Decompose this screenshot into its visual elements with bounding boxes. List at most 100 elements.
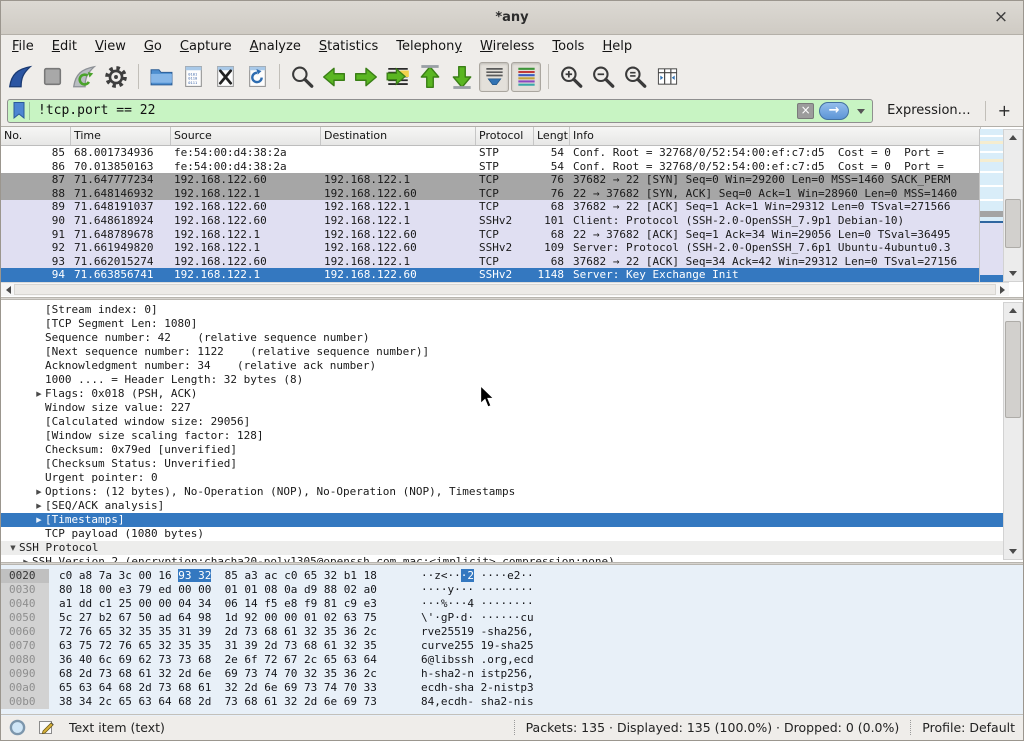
scroll-up-icon[interactable] [1004, 130, 1022, 144]
packet-list-minimap[interactable] [979, 129, 1003, 282]
scroll-up-icon[interactable] [1004, 303, 1022, 317]
detail-row[interactable]: Urgent pointer: 0 [1, 471, 1005, 485]
detail-row[interactable]: 1000 .... = Header Length: 32 bytes (8) [1, 373, 1005, 387]
find-packet-button[interactable] [287, 62, 317, 92]
expanded-expander-icon[interactable]: ▼ [7, 541, 19, 555]
detail-row[interactable]: Checksum: 0x79ed [unverified] [1, 443, 1005, 457]
stop-capture-button[interactable] [37, 62, 67, 92]
menu-analyze[interactable]: Analyze [241, 39, 310, 54]
menu-capture[interactable]: Capture [171, 39, 241, 54]
hex-row-00b0[interactable]: 00b038 34 2c 65 63 64 68 2d 73 68 61 32 … [1, 695, 1023, 709]
hex-bytes[interactable]: 80 18 00 e3 79 ed 00 00 01 01 08 0a d9 8… [59, 583, 421, 597]
packet-row-94[interactable]: 9471.663856741192.168.122.1192.168.122.6… [1, 268, 981, 282]
hex-row-0030[interactable]: 003080 18 00 e3 79 ed 00 00 01 01 08 0a … [1, 583, 1023, 597]
detail-row[interactable]: [Checksum Status: Unverified] [1, 457, 1005, 471]
detail-row[interactable]: [TCP Segment Len: 1080] [1, 317, 1005, 331]
detail-row[interactable]: [Stream index: 0] [1, 303, 1005, 317]
packet-row-88[interactable]: 8871.648146932192.168.122.1192.168.122.6… [1, 187, 981, 201]
detail-row[interactable]: Acknowledgment number: 34 (relative ack … [1, 359, 1005, 373]
column-header-protocol[interactable]: Protocol [476, 127, 534, 145]
hex-bytes[interactable]: 65 63 64 68 2d 73 68 61 32 2d 6e 69 73 7… [59, 681, 421, 695]
hex-ascii[interactable]: ····y··· ········ [421, 583, 534, 596]
hex-ascii[interactable]: rve25519 -sha256, [421, 625, 534, 638]
hex-row-0070[interactable]: 007063 75 72 76 65 32 35 35 31 39 2d 73 … [1, 639, 1023, 653]
hex-bytes[interactable]: 68 2d 73 68 61 32 2d 6e 69 73 74 70 32 3… [59, 667, 421, 681]
detail-row[interactable]: ▶SSH Version 2 (encryption:chacha20-poly… [1, 555, 1005, 562]
hex-row-0060[interactable]: 006072 76 65 32 35 35 31 39 2d 73 68 61 … [1, 625, 1023, 639]
restart-capture-button[interactable] [69, 62, 99, 92]
hex-bytes[interactable]: 5c 27 b2 67 50 ad 64 98 1d 92 00 00 01 0… [59, 611, 421, 625]
packet-row-85[interactable]: 8568.001734936fe:54:00:d4:38:2aSTP54Conf… [1, 146, 981, 160]
menu-statistics[interactable]: Statistics [310, 39, 387, 54]
column-header-info[interactable]: Info [570, 127, 981, 145]
hex-ascii[interactable]: 6@libssh .org,ecd [421, 653, 534, 666]
menu-tools[interactable]: Tools [543, 39, 593, 54]
hex-bytes[interactable]: 63 75 72 76 65 32 35 35 31 39 2d 73 68 6… [59, 639, 421, 653]
resize-columns-button[interactable] [652, 62, 682, 92]
start-capture-button[interactable] [5, 62, 35, 92]
hex-bytes[interactable]: 72 76 65 32 35 35 31 39 2d 73 68 61 32 3… [59, 625, 421, 639]
close-button[interactable]: × [991, 8, 1011, 28]
hex-ascii[interactable]: h-sha2-n istp256, [421, 667, 534, 680]
packet-row-91[interactable]: 9171.648789678192.168.122.1192.168.122.6… [1, 228, 981, 242]
column-header-source[interactable]: Source [171, 127, 321, 145]
status-profile[interactable]: Profile: Default [922, 720, 1015, 735]
detail-row[interactable]: ▶Flags: 0x018 (PSH, ACK) [1, 387, 1005, 401]
collapsed-expander-icon[interactable]: ▶ [20, 555, 32, 562]
packet-list-vscrollbar[interactable] [1003, 129, 1023, 282]
collapsed-expander-icon[interactable]: ▶ [33, 387, 45, 401]
packet-row-89[interactable]: 8971.648191037192.168.122.60192.168.122.… [1, 200, 981, 214]
column-header-destination[interactable]: Destination [321, 127, 476, 145]
expression-button[interactable]: Expression… [887, 103, 971, 118]
open-file-button[interactable] [146, 62, 176, 92]
scroll-right-icon[interactable] [996, 283, 1009, 296]
detail-row[interactable]: Sequence number: 42 (relative sequence n… [1, 331, 1005, 345]
hex-row-0020[interactable]: 0020c0 a8 7a 3c 00 16 93 32 85 a3 ac c0 … [1, 569, 1023, 583]
scrollbar-thumb[interactable] [1005, 199, 1021, 248]
filter-text[interactable]: !tcp.port == 22 [32, 103, 797, 118]
capture-options-button[interactable] [101, 62, 131, 92]
packet-row-92[interactable]: 9271.661949820192.168.122.1192.168.122.6… [1, 241, 981, 255]
menu-go[interactable]: Go [135, 39, 171, 54]
collapsed-expander-icon[interactable]: ▶ [33, 485, 45, 499]
detail-row[interactable]: [Calculated window size: 29056] [1, 415, 1005, 429]
detail-row[interactable]: ▶[Timestamps] [1, 513, 1005, 527]
column-header-length[interactable]: Length [534, 127, 570, 145]
scrollbar-thumb[interactable] [1005, 321, 1021, 418]
packet-row-87[interactable]: 8771.647777234192.168.122.60192.168.122.… [1, 173, 981, 187]
detail-row[interactable]: Window size value: 227 [1, 401, 1005, 415]
filter-dropdown-icon[interactable] [857, 109, 865, 118]
save-file-button[interactable]: 010101100111 [178, 62, 208, 92]
hex-ascii[interactable]: \'·gP·d· ······cu [421, 611, 534, 624]
hex-row-0040[interactable]: 0040a1 dd c1 25 00 00 04 34 06 14 f5 e8 … [1, 597, 1023, 611]
hex-ascii[interactable]: 84,ecdh- sha2-nis [421, 695, 534, 708]
hex-ascii[interactable]: ··z<···2 ····e2·· [421, 569, 534, 582]
zoom-original-button[interactable] [620, 62, 650, 92]
scroll-down-icon[interactable] [1004, 267, 1022, 281]
detail-row[interactable]: [Next sequence number: 1122 (relative se… [1, 345, 1005, 359]
scroll-down-icon[interactable] [1004, 545, 1022, 559]
menu-help[interactable]: Help [593, 39, 641, 54]
expert-info-icon[interactable] [9, 719, 26, 736]
scroll-left-icon[interactable] [1, 283, 14, 296]
detail-row[interactable]: ▶Options: (12 bytes), No-Operation (NOP)… [1, 485, 1005, 499]
hex-bytes[interactable]: 36 40 6c 69 62 73 73 68 2e 6f 72 67 2c 6… [59, 653, 421, 667]
display-filter-input[interactable]: !tcp.port == 22 × → [7, 99, 873, 123]
packet-row-93[interactable]: 9371.662015274192.168.122.60192.168.122.… [1, 255, 981, 269]
hex-row-0050[interactable]: 00505c 27 b2 67 50 ad 64 98 1d 92 00 00 … [1, 611, 1023, 625]
menu-wireless[interactable]: Wireless [471, 39, 543, 54]
zoom-in-button[interactable] [556, 62, 586, 92]
zoom-out-button[interactable] [588, 62, 618, 92]
menu-view[interactable]: View [86, 39, 135, 54]
detail-row[interactable]: ▶[SEQ/ACK analysis] [1, 499, 1005, 513]
detail-row[interactable]: ▼SSH Protocol [1, 541, 1005, 555]
hex-row-0090[interactable]: 009068 2d 73 68 61 32 2d 6e 69 73 74 70 … [1, 667, 1023, 681]
hex-ascii[interactable]: ···%···4 ········ [421, 597, 534, 610]
column-header-no[interactable]: No. [1, 127, 71, 145]
menu-telephony[interactable]: Telephony [387, 39, 471, 54]
menu-edit[interactable]: Edit [43, 39, 86, 54]
hex-bytes[interactable]: a1 dd c1 25 00 00 04 34 06 14 f5 e8 f9 8… [59, 597, 421, 611]
go-back-button[interactable] [319, 62, 349, 92]
hex-bytes[interactable]: 38 34 2c 65 63 64 68 2d 73 68 61 32 2d 6… [59, 695, 421, 709]
filter-bookmark-icon[interactable] [13, 102, 25, 119]
